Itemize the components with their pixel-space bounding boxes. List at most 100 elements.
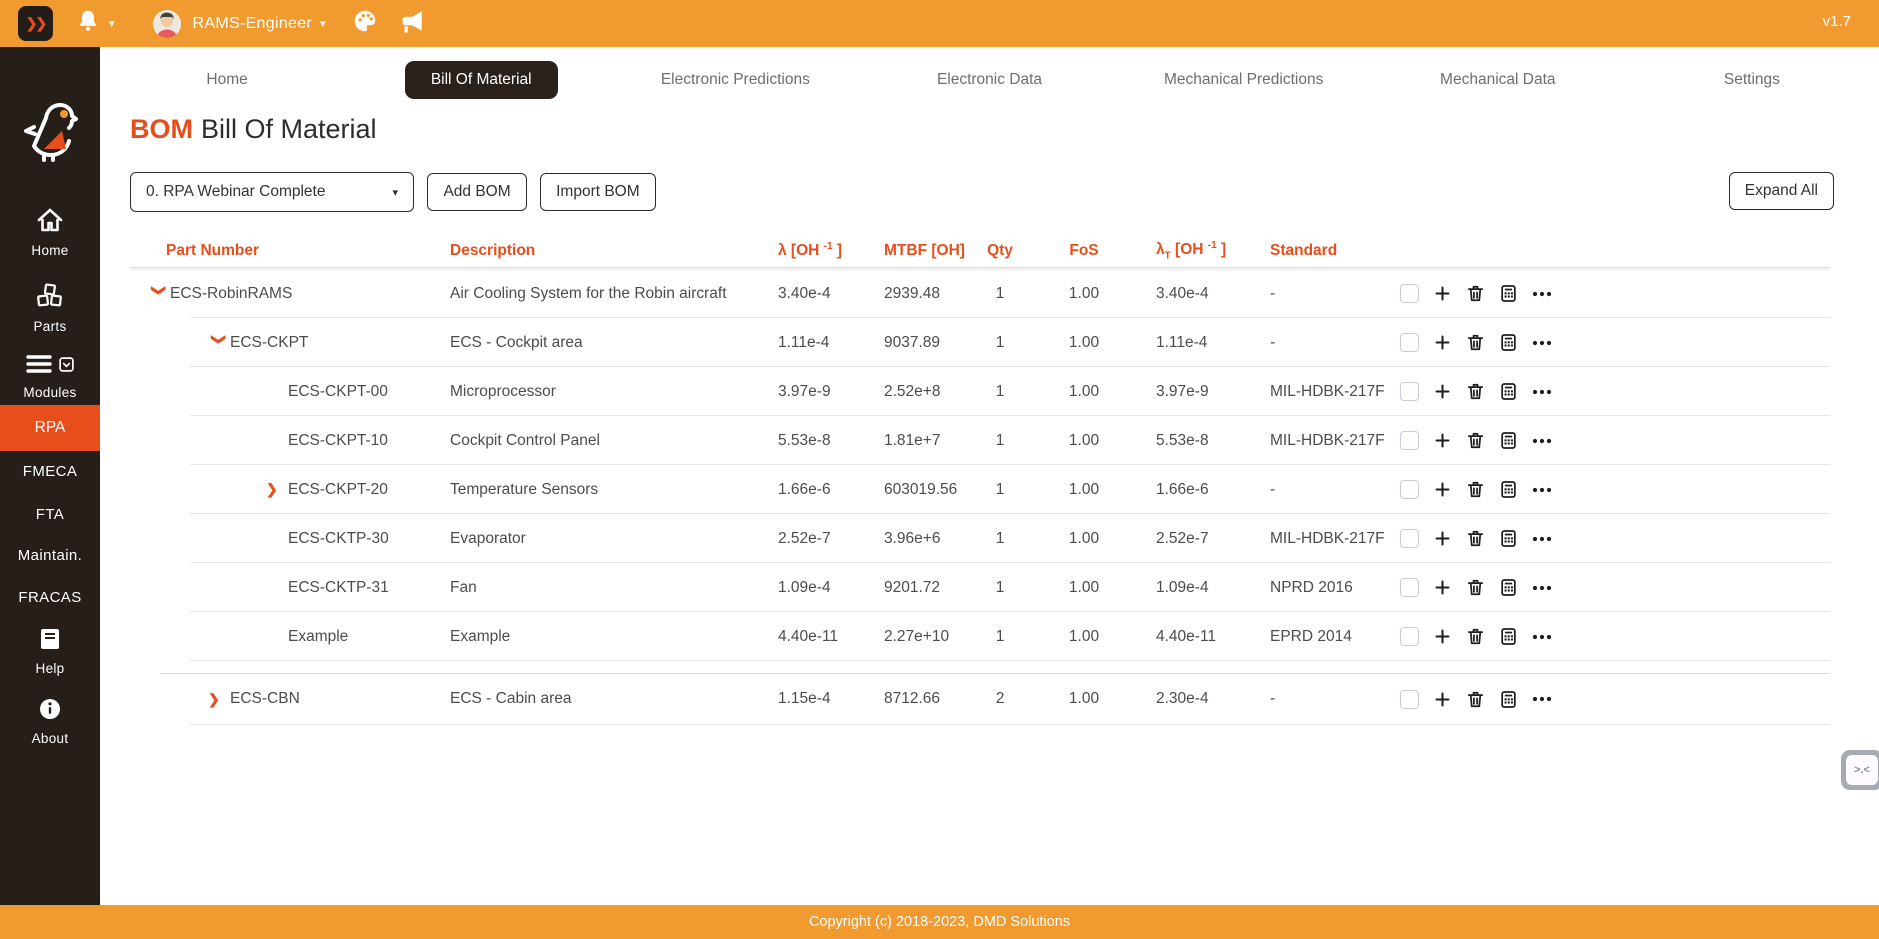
delete-row-button[interactable] — [1466, 382, 1485, 401]
theme-palette-button[interactable] — [352, 8, 378, 39]
tab-mechanical-data[interactable]: Mechanical Data — [1371, 60, 1625, 100]
more-actions-button[interactable] — [1532, 486, 1552, 494]
row-select-checkbox[interactable] — [1400, 431, 1419, 450]
add-child-button[interactable] — [1433, 431, 1452, 450]
bom-table-row[interactable]: ❯ ECS-RobinRAMS Air Cooling System for t… — [130, 269, 1830, 318]
expand-all-button[interactable]: Expand All — [1729, 172, 1834, 210]
calculate-row-button[interactable] — [1499, 431, 1518, 450]
row-expand-chevron-icon[interactable]: ❯ — [210, 333, 227, 355]
sidebar-item-fmeca[interactable]: FMECA — [0, 463, 100, 480]
trash-icon — [1466, 690, 1485, 709]
lambda-total-cell: 2.30e-4 — [1128, 690, 1240, 708]
more-actions-button[interactable] — [1532, 437, 1552, 445]
row-expand-chevron-icon[interactable]: ❯ — [150, 284, 167, 306]
calculate-row-button[interactable] — [1499, 382, 1518, 401]
more-actions-button[interactable] — [1532, 633, 1552, 641]
calculate-row-button[interactable] — [1499, 578, 1518, 597]
delete-row-button[interactable] — [1466, 333, 1485, 352]
row-actions — [1400, 480, 1580, 499]
calculate-row-button[interactable] — [1499, 529, 1518, 548]
lambda-total-cell: 1.09e-4 — [1128, 579, 1240, 597]
calculator-icon — [1499, 578, 1518, 597]
tab-mechanical-predictions[interactable]: Mechanical Predictions — [1117, 60, 1371, 100]
row-actions — [1400, 333, 1580, 352]
announcements-button[interactable] — [396, 8, 426, 39]
tab-electronic-predictions[interactable]: Electronic Predictions — [608, 60, 862, 100]
more-actions-button[interactable] — [1532, 695, 1552, 703]
row-select-checkbox[interactable] — [1400, 529, 1419, 548]
row-select-checkbox[interactable] — [1400, 480, 1419, 499]
user-avatar[interactable] — [153, 10, 181, 38]
modules-list-icon — [26, 353, 74, 375]
tab-settings[interactable]: Settings — [1625, 60, 1879, 100]
add-child-button[interactable] — [1433, 529, 1452, 548]
bom-table-row[interactable]: ❯ ECS-CKTP-30 Evaporator 2.52e-7 3.96e+6… — [130, 514, 1830, 563]
row-expand-chevron-icon[interactable]: ❯ — [266, 481, 288, 498]
delete-row-button[interactable] — [1466, 578, 1485, 597]
main-content: Home Bill Of Material Electronic Predict… — [100, 47, 1879, 905]
add-child-button[interactable] — [1433, 627, 1452, 646]
sidebar-item-rpa[interactable]: RPA — [0, 405, 100, 451]
row-select-checkbox[interactable] — [1400, 690, 1419, 709]
more-actions-button[interactable] — [1532, 290, 1552, 298]
calculate-row-button[interactable] — [1499, 480, 1518, 499]
sidebar-item-about[interactable]: About — [0, 697, 100, 746]
calculate-row-button[interactable] — [1499, 627, 1518, 646]
calculate-row-button[interactable] — [1499, 284, 1518, 303]
sidebar-item-parts[interactable]: Parts — [0, 283, 100, 334]
delete-row-button[interactable] — [1466, 529, 1485, 548]
bom-table-row[interactable]: ❯ ECS-CKTP-31 Fan 1.09e-4 9201.72 1 1.00… — [130, 563, 1830, 612]
add-child-button[interactable] — [1433, 690, 1452, 709]
sidebar-item-help[interactable]: Help — [0, 627, 100, 676]
delete-row-button[interactable] — [1466, 431, 1485, 450]
delete-row-button[interactable] — [1466, 690, 1485, 709]
description-cell: Evaporator — [420, 530, 750, 548]
bom-table-row[interactable]: ❯ ECS-CBN ECS - Cabin area 1.15e-4 8712.… — [130, 673, 1830, 725]
more-actions-button[interactable] — [1532, 388, 1552, 396]
add-child-button[interactable] — [1433, 284, 1452, 303]
bom-table-row[interactable]: ❯ ECS-CKPT-20 Temperature Sensors 1.66e-… — [130, 465, 1830, 514]
user-name[interactable]: RAMS-Engineer — [193, 15, 313, 33]
tab-home[interactable]: Home — [100, 60, 354, 100]
delete-row-button[interactable] — [1466, 480, 1485, 499]
add-bom-button[interactable]: Add BOM — [427, 173, 526, 211]
bom-table-row[interactable]: ❯ ECS-CKPT-10 Cockpit Control Panel 5.53… — [130, 416, 1830, 465]
calculate-row-button[interactable] — [1499, 690, 1518, 709]
bom-table-row[interactable]: ❯ Example Example 4.40e-11 2.27e+10 1 1.… — [130, 612, 1830, 661]
plus-icon — [1433, 333, 1452, 352]
bom-select-dropdown[interactable]: 0. RPA Webinar Complete ▾ — [130, 172, 414, 212]
row-expand-chevron-icon[interactable]: ❯ — [208, 691, 230, 708]
row-select-checkbox[interactable] — [1400, 284, 1419, 303]
add-child-button[interactable] — [1433, 382, 1452, 401]
mtbf-cell: 9201.72 — [848, 579, 960, 597]
tab-electronic-data[interactable]: Electronic Data — [862, 60, 1116, 100]
sidebar-item-modules[interactable]: Modules — [0, 353, 100, 400]
tab-bill-of-material[interactable]: Bill Of Material — [354, 60, 608, 100]
more-actions-button[interactable] — [1532, 535, 1552, 543]
delete-row-button[interactable] — [1466, 284, 1485, 303]
add-child-button[interactable] — [1433, 480, 1452, 499]
feedback-widget-button[interactable]: >.< — [1841, 750, 1879, 790]
row-select-checkbox[interactable] — [1400, 382, 1419, 401]
sidebar-item-fracas[interactable]: FRACAS — [0, 589, 100, 606]
bom-table-row[interactable]: ❯ ECS-CKPT-00 Microprocessor 3.97e-9 2.5… — [130, 367, 1830, 416]
import-bom-button[interactable]: Import BOM — [540, 173, 656, 211]
row-select-checkbox[interactable] — [1400, 627, 1419, 646]
standard-cell: MIL-HDBK-217F — [1240, 383, 1400, 401]
sidebar-item-maintain[interactable]: Maintain. — [0, 547, 100, 564]
more-actions-button[interactable] — [1532, 339, 1552, 347]
notifications-button[interactable]: ▾ — [75, 8, 115, 39]
more-actions-button[interactable] — [1532, 584, 1552, 592]
row-select-checkbox[interactable] — [1400, 578, 1419, 597]
row-select-checkbox[interactable] — [1400, 333, 1419, 352]
standard-cell: - — [1240, 481, 1400, 499]
sidebar-item-fta[interactable]: FTA — [0, 506, 100, 523]
add-child-button[interactable] — [1433, 578, 1452, 597]
sidebar-item-home[interactable]: Home — [0, 207, 100, 258]
add-child-button[interactable] — [1433, 333, 1452, 352]
calculate-row-button[interactable] — [1499, 333, 1518, 352]
bom-table-row[interactable]: ❯ ECS-CKPT ECS - Cockpit area 1.11e-4 90… — [130, 318, 1830, 367]
user-menu-caret-icon[interactable]: ▾ — [320, 17, 326, 30]
sidebar-collapse-button[interactable]: ❯❯ — [18, 6, 53, 41]
delete-row-button[interactable] — [1466, 627, 1485, 646]
